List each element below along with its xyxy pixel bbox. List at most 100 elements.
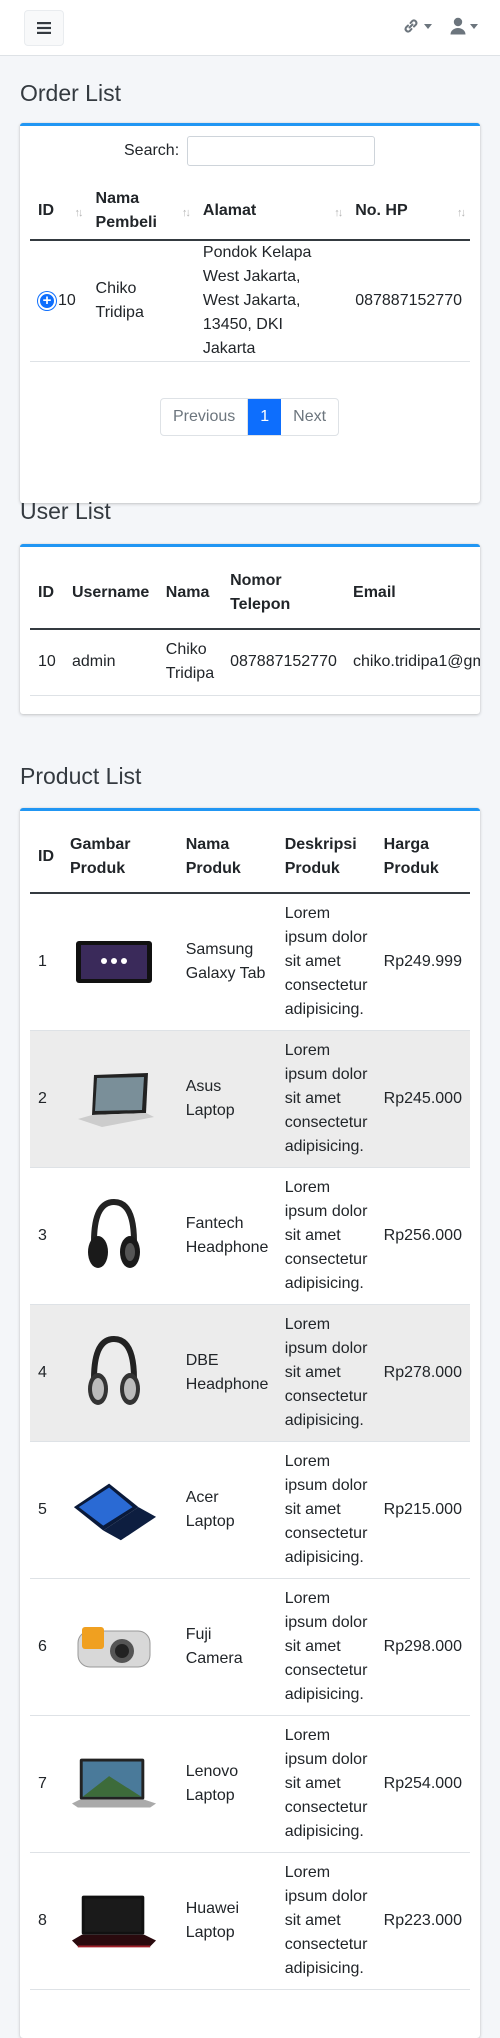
product-id-cell: 5 [38, 1500, 47, 1518]
product-description-cell: Lorem ipsum dolor sit amet consectetur a… [284, 1041, 368, 1155]
product-name-cell: Fuji Camera [185, 1625, 243, 1667]
order-list-card: Search: ID ↑↓ Nama Pembeli ↑↓ Alamat ↑↓ No.… [20, 123, 480, 503]
product-id-cell: 3 [38, 1226, 47, 1244]
expand-row-icon[interactable]: + [38, 291, 56, 310]
laptop-image [70, 1470, 158, 1550]
search-label: Search: [124, 142, 180, 159]
search-input[interactable] [187, 136, 376, 166]
column-header-nomor-telepon: Nomor Telepon [230, 571, 291, 613]
product-price-cell: Rp278.000 [383, 1363, 462, 1381]
sort-icon: ↑↓ [334, 207, 343, 219]
product-image-cell [62, 893, 178, 1030]
table-header-row: ID Gambar Produk Nama Produk Deskripsi P… [30, 821, 470, 893]
product-image-cell [62, 1167, 178, 1304]
table-row: 8 Huawei Laptop Lorem ipsum dolor sit am… [30, 1852, 470, 1989]
table-header-row: ID Username Nama Nomor Telepon Email [30, 557, 480, 629]
headphone-image [70, 1196, 158, 1276]
column-header-deskripsi-produk: Deskripsi Produk [284, 835, 357, 877]
user-telepon-cell: 087887152770 [230, 653, 337, 671]
column-header-id[interactable]: ID ↑↓ [30, 182, 88, 240]
column-header-gambar-produk: Gambar Produk [70, 835, 131, 877]
chevron-down-icon [424, 23, 432, 29]
column-header-nama: Nama [165, 583, 210, 601]
product-id-cell: 2 [38, 1089, 47, 1107]
column-header-alamat[interactable]: Alamat ↑↓ [195, 182, 347, 240]
column-header-username: Username [71, 583, 150, 601]
product-price-cell: Rp223.000 [383, 1911, 462, 1929]
sidebar-toggle-button[interactable] [24, 10, 64, 46]
table-row: +10 Chiko Tridipa Pondok Kelapa West Jak… [30, 240, 470, 362]
camera-image [70, 1607, 158, 1687]
chevron-down-icon [470, 23, 478, 29]
order-nama-cell: Chiko Tridipa [95, 280, 144, 321]
user-id-cell: 10 [38, 653, 56, 671]
product-image-cell [62, 1304, 178, 1441]
product-list-card: ID Gambar Produk Nama Produk Deskripsi P… [20, 808, 480, 2038]
product-id-cell: 4 [38, 1363, 47, 1381]
user-dropdown[interactable] [450, 17, 478, 35]
search-box: Search: [124, 136, 376, 166]
laptop-image [70, 1744, 158, 1824]
product-price-cell: Rp215.000 [383, 1500, 462, 1518]
tablet-image [70, 922, 158, 1002]
user-email-cell: chiko.tridipa1@gmail [353, 653, 480, 671]
column-header-no-hp[interactable]: No. HP ↑↓ [347, 182, 470, 240]
product-description-cell: Lorem ipsum dolor sit amet consectetur a… [284, 1315, 368, 1429]
column-header-nama-pembeli[interactable]: Nama Pembeli ↑↓ [88, 182, 195, 240]
table-row: 1 Samsung Galaxy Tab Lorem ipsum dolor s… [30, 893, 470, 1030]
product-description-cell: Lorem ipsum dolor sit amet consectetur a… [284, 1178, 368, 1292]
product-description-cell: Lorem ipsum dolor sit amet consectetur a… [284, 904, 368, 1018]
laptop-image [70, 1881, 158, 1961]
product-image-cell [62, 1441, 178, 1578]
table-row: 5 Acer Laptop Lorem ipsum dolor sit amet… [30, 1441, 470, 1578]
table-row: 6 Fuji Camera Lorem ipsum dolor sit amet… [30, 1578, 470, 1715]
user-list-title: User List [20, 498, 111, 524]
link-icon [404, 19, 418, 33]
order-alamat-cell: Pondok Kelapa West Jakarta, West Jakarta… [202, 244, 312, 357]
product-id-cell: 6 [38, 1637, 47, 1655]
laptop-image [70, 1059, 158, 1139]
product-description-cell: Lorem ipsum dolor sit amet consectetur a… [284, 1726, 368, 1840]
product-description-cell: Lorem ipsum dolor sit amet consectetur a… [284, 1452, 368, 1566]
product-price-cell: Rp245.000 [383, 1089, 462, 1107]
order-id-cell: +10 [30, 240, 88, 362]
pagination: Previous 1 Next [160, 398, 340, 436]
user-list-card: ID Username Nama Nomor Telepon Email 10 … [20, 544, 480, 714]
product-name-cell: Lenovo Laptop [185, 1762, 239, 1804]
column-header-email: Email [353, 583, 396, 601]
table-row: 3 Fantech Headphone Lorem ipsum dolor si… [30, 1167, 470, 1304]
page-button-1[interactable]: 1 [248, 399, 282, 435]
table-header-row: ID ↑↓ Nama Pembeli ↑↓ Alamat ↑↓ No. HP ↑↓ [30, 182, 470, 240]
user-username-cell: admin [71, 653, 116, 671]
product-price-cell: Rp256.000 [383, 1226, 462, 1244]
product-id-cell: 7 [38, 1774, 47, 1792]
product-name-cell: Acer Laptop [185, 1488, 235, 1530]
headphone-image [70, 1333, 158, 1413]
product-price-cell: Rp254.000 [383, 1774, 462, 1792]
product-name-cell: Asus Laptop [185, 1077, 235, 1119]
sort-icon: ↑↓ [181, 207, 191, 219]
sort-icon: ↑↓ [74, 207, 84, 219]
product-name-cell: Huawei Laptop [185, 1899, 240, 1941]
next-page-button[interactable]: Next [281, 399, 338, 435]
bars-icon [37, 22, 51, 34]
product-price-cell: Rp249.999 [383, 952, 462, 970]
product-description-cell: Lorem ipsum dolor sit amet consectetur a… [284, 1589, 368, 1703]
previous-page-button[interactable]: Previous [161, 399, 249, 435]
product-table: ID Gambar Produk Nama Produk Deskripsi P… [30, 821, 470, 1990]
table-row: 10 admin Chiko Tridipa 087887152770 chik… [30, 629, 480, 695]
column-header-id: ID [38, 583, 54, 601]
product-description-cell: Lorem ipsum dolor sit amet consectetur a… [284, 1863, 368, 1977]
product-image-cell [62, 1852, 178, 1989]
table-row: 4 DBE Headphone Lorem ipsum dolor sit am… [30, 1304, 470, 1441]
product-image-cell [62, 1578, 178, 1715]
top-navbar [0, 0, 500, 56]
product-list-title: Product List [20, 763, 142, 789]
product-name-cell: Samsung Galaxy Tab [185, 940, 266, 982]
links-dropdown[interactable] [402, 17, 432, 35]
product-price-cell: Rp298.000 [383, 1637, 462, 1655]
product-image-cell [62, 1030, 178, 1167]
user-icon [450, 17, 466, 35]
product-name-cell: Fantech Headphone [185, 1214, 269, 1256]
order-hp-cell: 087887152770 [355, 292, 462, 309]
